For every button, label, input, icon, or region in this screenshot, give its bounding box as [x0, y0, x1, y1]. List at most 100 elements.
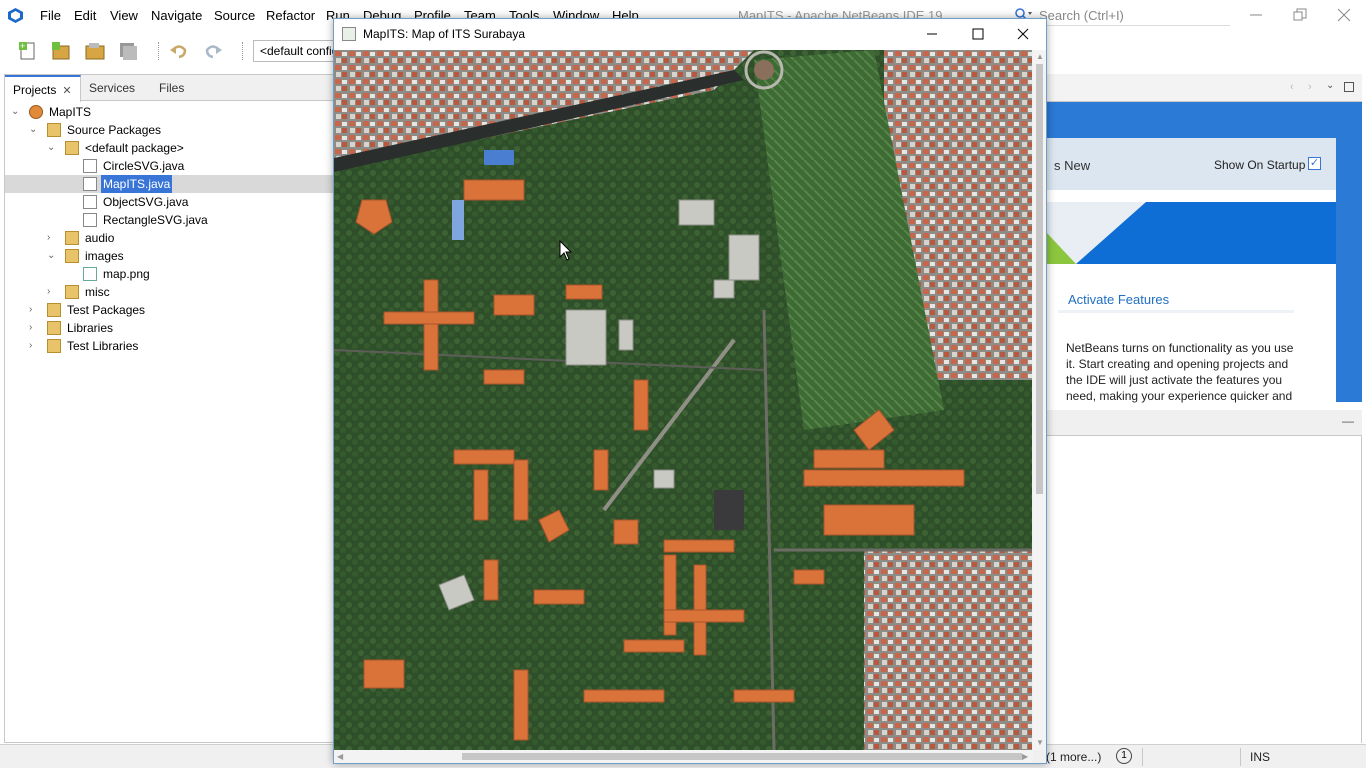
package-icon — [65, 141, 79, 155]
satellite-map-image[interactable] — [334, 50, 1032, 750]
tree-item[interactable]: › misc — [5, 283, 333, 301]
tab-projects-label: Projects — [13, 83, 57, 97]
output-tab-bar — [1046, 410, 1362, 436]
tree-item-label: Test Libraries — [67, 339, 139, 353]
menu-view[interactable]: View — [110, 8, 138, 23]
close-icon[interactable] — [1015, 26, 1031, 42]
minimize-icon[interactable] — [1249, 8, 1263, 22]
scroll-left-icon[interactable]: ‹ — [1290, 81, 1294, 93]
expand-right-icon[interactable]: › — [29, 319, 39, 337]
new-file-icon[interactable]: + — [17, 40, 39, 62]
editor-tab-bar: ‹ › ⌄ — [1046, 74, 1362, 102]
expand-right-icon[interactable]: › — [29, 337, 39, 355]
tree-item[interactable]: › Test Packages — [5, 301, 333, 319]
minimize-icon[interactable] — [924, 26, 940, 42]
test-packages-icon — [47, 303, 61, 317]
package-icon — [65, 249, 79, 263]
activate-features-link[interactable]: Activate Features — [1068, 292, 1169, 307]
tree-item[interactable]: › audio — [5, 229, 333, 247]
more-notifications-link[interactable]: (1 more...) — [1046, 750, 1101, 764]
image-file-icon — [83, 267, 97, 281]
vertical-scrollbar[interactable]: ▲ ▼ — [1033, 50, 1046, 750]
search-placeholder: Search (Ctrl+I) — [1039, 8, 1124, 23]
tree-item-label: RectangleSVG.java — [103, 213, 208, 227]
expand-down-icon[interactable]: ⌄ — [29, 121, 39, 139]
tree-item-label: audio — [85, 231, 115, 245]
expand-down-icon[interactable]: ⌄ — [47, 247, 57, 265]
expand-down-icon[interactable]: ⌄ — [47, 139, 57, 157]
tab-files[interactable]: Files — [151, 75, 192, 101]
close-icon[interactable] — [1337, 8, 1351, 22]
tree-item[interactable]: CircleSVG.java — [5, 157, 333, 175]
whats-new-tab[interactable]: s New — [1054, 158, 1090, 173]
menu-edit[interactable]: Edit — [74, 8, 96, 23]
expand-down-icon[interactable]: ⌄ — [11, 103, 21, 121]
tree-item[interactable]: ⌄ Source Packages — [5, 121, 333, 139]
horizontal-scrollbar[interactable]: ◀ ▶ — [334, 750, 1033, 763]
whats-new-bar: s New Show On Startup ✓ — [1046, 138, 1336, 190]
expand-right-icon[interactable]: › — [47, 283, 57, 301]
tree-item[interactable]: ⌄ images — [5, 247, 333, 265]
tree-item[interactable]: ⌄ <default package> — [5, 139, 333, 157]
tree-item-label: ObjectSVG.java — [103, 195, 189, 209]
tab-projects[interactable]: Projects ✕ — [5, 75, 81, 102]
tree-item-label: Libraries — [67, 321, 114, 335]
insert-mode-indicator: INS — [1250, 750, 1271, 764]
maximize-icon[interactable] — [1344, 82, 1354, 92]
tree-item[interactable]: RectangleSVG.java — [5, 211, 333, 229]
new-project-icon[interactable] — [50, 40, 72, 62]
map-window-titlebar[interactable]: MapITS: Map of ITS Surabaya — [334, 19, 1046, 50]
maximize-icon[interactable] — [970, 26, 986, 42]
java-main-file-icon — [83, 177, 97, 191]
expand-right-icon[interactable]: › — [47, 229, 57, 247]
close-tab-icon[interactable]: ✕ — [62, 85, 71, 97]
divider — [1058, 310, 1294, 313]
save-all-icon[interactable] — [117, 40, 139, 62]
tree-item[interactable]: › Libraries — [5, 319, 333, 337]
map-graphic — [334, 50, 1032, 750]
open-project-icon[interactable] — [84, 40, 106, 62]
horizontal-scroll-thumb[interactable] — [462, 753, 1022, 760]
redo-icon[interactable] — [202, 40, 224, 62]
scroll-left-icon[interactable]: ◀ — [337, 752, 343, 761]
undo-icon[interactable] — [168, 40, 190, 62]
activate-description: NetBeans turns on functionality as you u… — [1066, 341, 1294, 403]
menu-navigate[interactable]: Navigate — [151, 8, 202, 23]
scroll-down-icon[interactable]: ▼ — [1036, 738, 1044, 747]
menu-file[interactable]: File — [40, 8, 61, 23]
chevron-down-icon[interactable]: ⌄ — [1326, 80, 1334, 91]
tree-item[interactable]: ⌄ MapITS — [5, 103, 333, 121]
configuration-dropdown[interactable]: <default config> — [253, 40, 343, 62]
menu-source[interactable]: Source — [214, 8, 255, 23]
tree-item[interactable]: map.png — [5, 265, 333, 283]
notification-icon[interactable]: 1 — [1116, 748, 1132, 764]
tree-item[interactable]: ObjectSVG.java — [5, 193, 333, 211]
java-file-icon — [83, 195, 97, 209]
restore-icon[interactable] — [1293, 8, 1307, 22]
expand-right-icon[interactable]: › — [29, 301, 39, 319]
tree-item-label: MapITS — [49, 105, 92, 119]
libraries-icon — [47, 339, 61, 353]
minimize-panel-icon[interactable]: — — [1342, 414, 1354, 428]
output-panel — [1046, 436, 1362, 743]
map-window-title: MapITS: Map of ITS Surabaya — [363, 27, 526, 41]
tab-services[interactable]: Services — [81, 75, 143, 101]
map-window: MapITS: Map of ITS Surabaya ▲ ▼ ◀ ▶ — [333, 18, 1047, 764]
menu-refactor[interactable]: Refactor — [266, 8, 315, 23]
vertical-scroll-thumb[interactable] — [1036, 64, 1043, 494]
scroll-right-icon[interactable]: › — [1308, 81, 1312, 93]
project-icon — [29, 105, 43, 119]
java-file-icon — [83, 159, 97, 173]
scroll-up-icon[interactable]: ▲ — [1036, 52, 1044, 61]
mouse-cursor-icon — [559, 240, 573, 261]
scroll-right-icon[interactable]: ▶ — [1022, 752, 1028, 761]
show-on-startup-label: Show On Startup — [1214, 158, 1306, 172]
tree-item-label: MapITS.java — [101, 175, 173, 193]
netbeans-logo-icon — [8, 8, 23, 23]
tree-item[interactable]: › Test Libraries — [5, 337, 333, 355]
start-page: s New Show On Startup ✓ Activate Feature… — [1046, 102, 1362, 403]
show-on-startup-checkbox[interactable]: ✓ — [1308, 157, 1321, 170]
tree-item[interactable]: MapITS.java — [5, 175, 333, 193]
toolbar-separator — [158, 42, 159, 60]
tree-item-label: <default package> — [85, 141, 184, 155]
